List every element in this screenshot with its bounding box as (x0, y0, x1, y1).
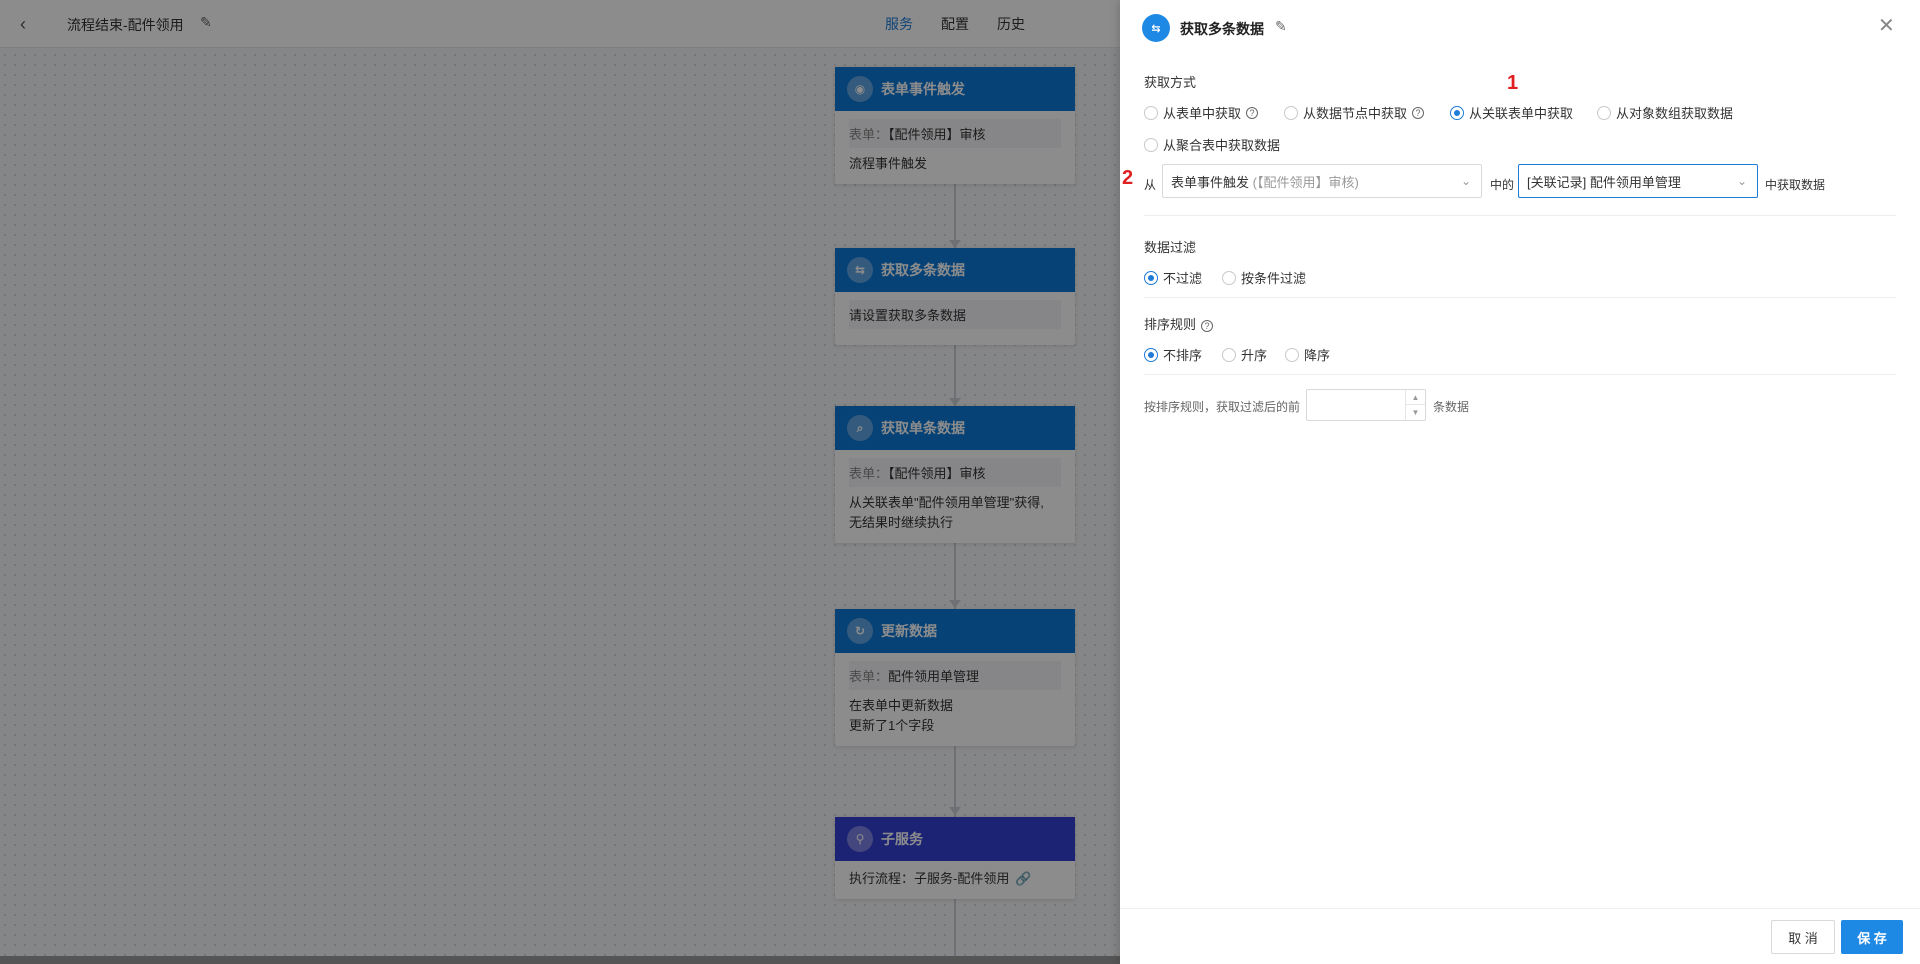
radio-dot (1144, 347, 1158, 362)
save-button[interactable]: 保 存 (1841, 920, 1903, 954)
limit-count-stepper[interactable]: ▲ ▼ (1306, 389, 1426, 421)
close-icon[interactable]: ✕ (1878, 16, 1895, 36)
filter-label: 数据过滤 (1144, 240, 1197, 255)
drawer-footer: 取 消 保 存 (1120, 908, 1920, 964)
help-icon[interactable]: ? (1412, 106, 1425, 119)
from-label: 从 (1144, 178, 1157, 192)
radio-dot (1450, 105, 1464, 120)
radio-from-aggregate-table[interactable]: 从聚合表中获取数据 (1144, 135, 1280, 154)
chevron-down-icon: ⌄ (1736, 174, 1747, 188)
limit-suffix-label: 条数据 (1433, 400, 1470, 414)
radio-dot (1597, 105, 1611, 120)
drawer-header: ⇆ 获取多条数据 ✎ ✕ (1120, 0, 1920, 56)
divider (1144, 215, 1896, 216)
chevron-down-icon[interactable]: ▼ (1406, 405, 1425, 420)
radio-from-data-node[interactable]: 从数据节点中获取? (1284, 103, 1425, 122)
radio-no-sort[interactable]: 不排序 (1144, 345, 1202, 364)
relation-field-select[interactable]: [关联记录] 配件领用单管理 ⌄ (1518, 164, 1758, 198)
sort-label: 排序规则? (1144, 314, 1214, 333)
in-label: 中的 (1490, 178, 1515, 192)
radio-from-form[interactable]: 从表单中获取? (1144, 103, 1259, 122)
radio-sort-asc[interactable]: 升序 (1222, 345, 1267, 364)
radio-from-object-array[interactable]: 从对象数组获取数据 (1597, 103, 1733, 122)
radio-dot (1222, 347, 1236, 362)
multi-data-icon: ⇆ (1142, 14, 1170, 42)
fetch-method-label: 获取方式 (1144, 75, 1197, 90)
limit-prefix-label: 按排序规则，获取过滤后的前 (1144, 400, 1301, 414)
radio-dot (1144, 105, 1158, 120)
divider (1144, 374, 1896, 375)
horizontal-scrollbar[interactable] (0, 956, 1120, 964)
drawer-title: 获取多条数据 (1180, 21, 1264, 37)
chevron-up-icon[interactable]: ▲ (1406, 390, 1425, 405)
fetch-suffix-label: 中获取数据 (1765, 178, 1826, 192)
modal-mask[interactable] (0, 0, 1120, 964)
edit-title-icon[interactable]: ✎ (1275, 18, 1287, 35)
radio-dot (1285, 347, 1299, 362)
radio-dot (1144, 270, 1158, 285)
chevron-down-icon: ⌄ (1460, 174, 1471, 188)
radio-sort-desc[interactable]: 降序 (1285, 345, 1330, 364)
annotation-mark-1: 1 (1507, 72, 1519, 94)
radio-dot (1144, 137, 1158, 152)
cancel-button[interactable]: 取 消 (1771, 920, 1835, 954)
radio-dot (1284, 105, 1298, 120)
source-node-select[interactable]: 表单事件触发 (【配件领用】审核) ⌄ (1162, 164, 1482, 198)
node-config-drawer: ⇆ 获取多条数据 ✎ ✕ 获取方式 1 从表单中获取? 从数据节点中获取? 从关… (1120, 0, 1920, 964)
annotation-mark-2: 2 (1122, 167, 1134, 189)
help-icon[interactable]: ? (1246, 106, 1259, 119)
radio-filter-by-condition[interactable]: 按条件过滤 (1222, 268, 1306, 287)
help-icon[interactable]: ? (1201, 320, 1214, 332)
radio-from-related-form[interactable]: 从关联表单中获取 (1450, 103, 1573, 122)
radio-dot (1222, 270, 1236, 285)
radio-no-filter[interactable]: 不过滤 (1144, 268, 1202, 287)
divider (1144, 297, 1896, 298)
stepper-controls[interactable]: ▲ ▼ (1405, 390, 1425, 420)
